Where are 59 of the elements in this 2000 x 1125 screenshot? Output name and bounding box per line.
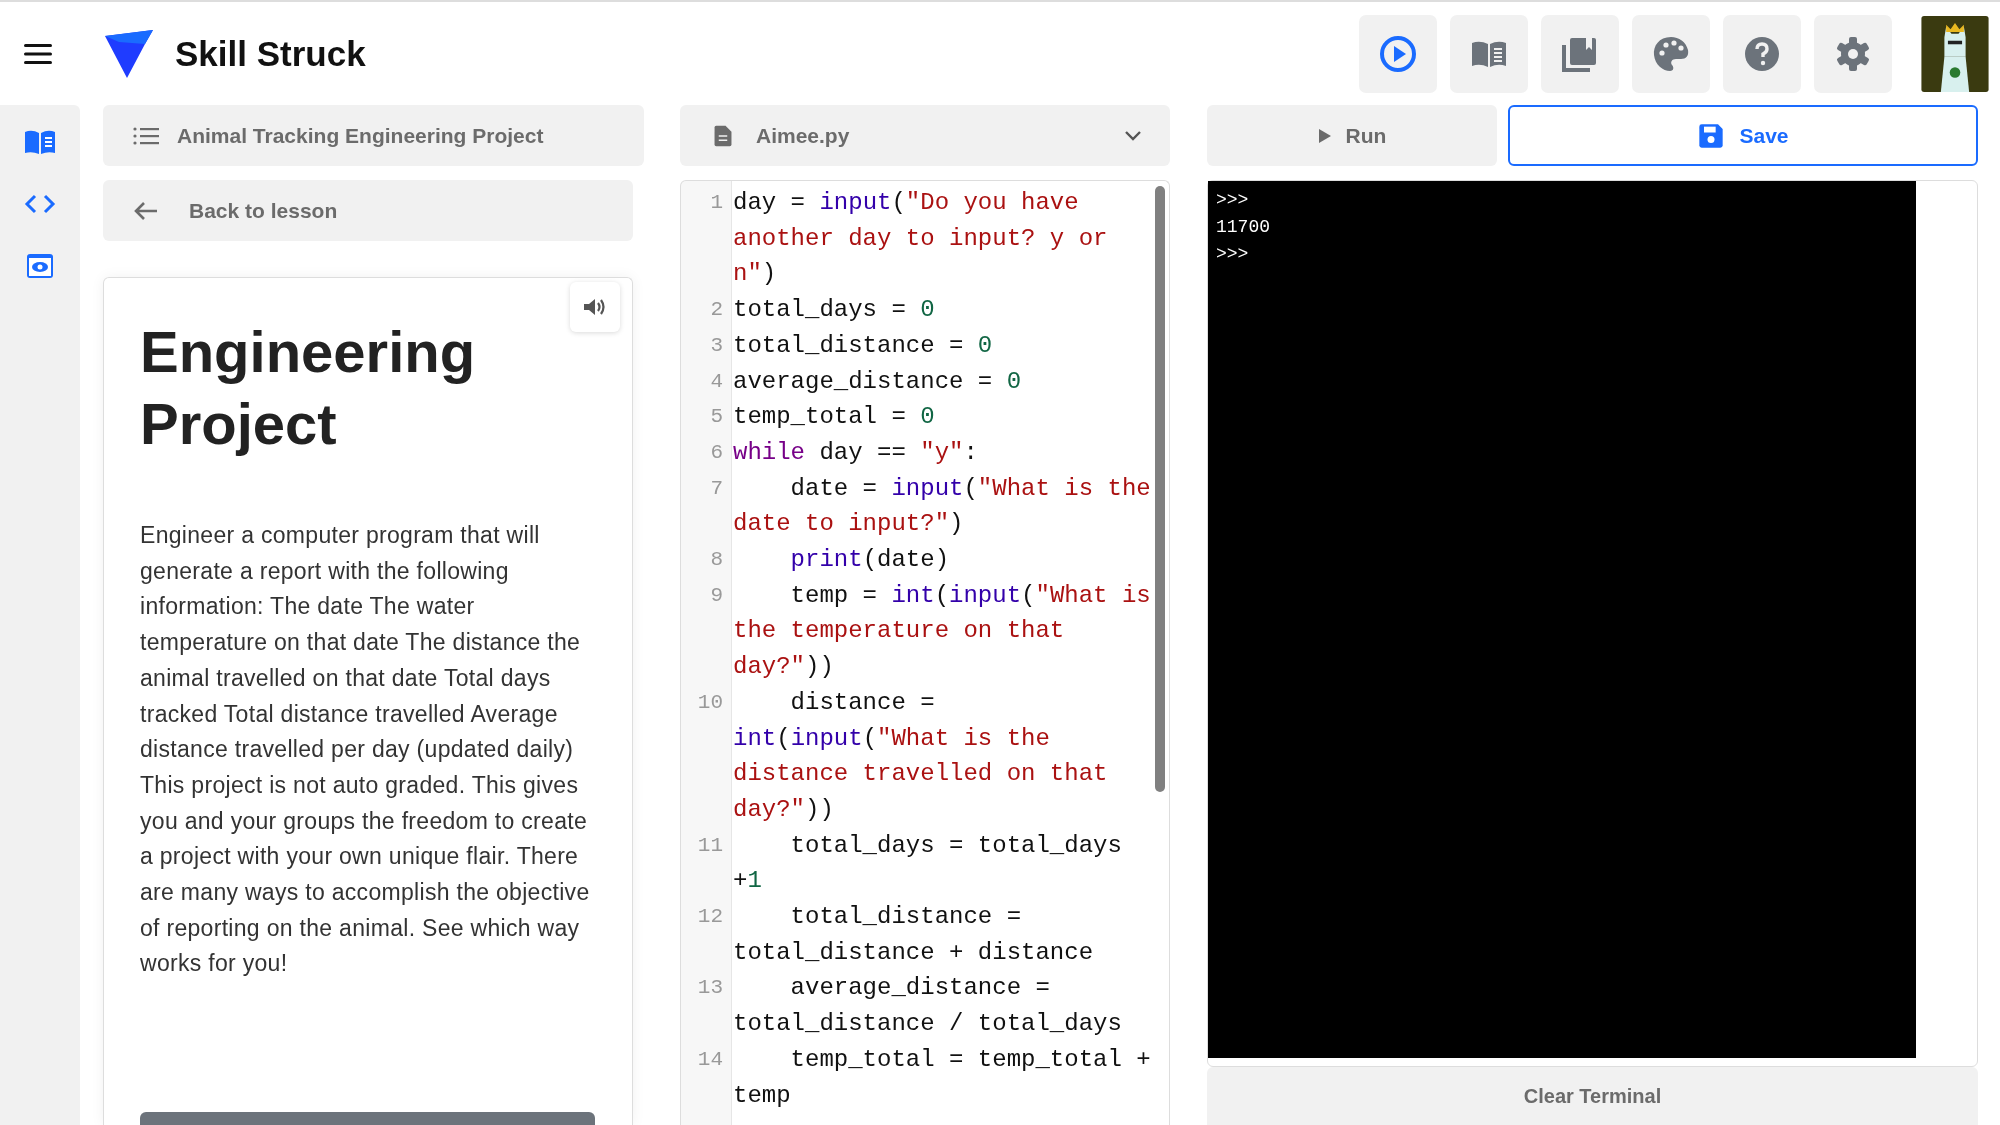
code-editor[interactable] <box>680 180 1170 1125</box>
code-line: temp_total = 0 <box>733 402 936 433</box>
speaker-icon <box>582 296 608 318</box>
code-line: temp_total = temp_total + temp <box>733 1044 1152 1111</box>
code-line: print(date) <box>789 545 951 576</box>
line-number: 3 <box>709 332 723 359</box>
code-line: distance = int(input("What is the distance travelled on that day?")) <box>733 687 1109 825</box>
line-number: 7 <box>709 475 723 502</box>
lesson-description: Engineer a computer program that will generate a report with the following information: The date The water temperature on that date The distance the animal travelled on that date Total days tracked Total distance travelled Average distance travelled per day (updated daily) This project is not auto graded. This gives you and your groups the freedom to create a project with your own unique flair. There are many ways to accomplish the objective of reporting on the animal. See which way works for you! <box>140 521 591 979</box>
run-program-button[interactable] <box>1359 14 1437 93</box>
line-number: 10 <box>696 689 723 716</box>
file-name: Aimee.py <box>756 123 851 148</box>
code-line: average_distance = 0 <box>733 366 1023 397</box>
clear-terminal-button[interactable]: Clear Terminal <box>1207 1067 1978 1125</box>
code-line: temp = int(input("What is the temperature on that day?")) <box>733 580 1152 683</box>
bookmarks-button[interactable] <box>1541 14 1619 93</box>
terminal[interactable]: >>> 11700 >>> <box>1208 181 1916 1058</box>
menu-icon[interactable] <box>24 42 52 65</box>
book-button[interactable] <box>1450 14 1528 93</box>
line-number: 6 <box>709 439 723 466</box>
logo-icon <box>105 29 155 78</box>
project-title-bar[interactable]: Animal Tracking Engineering Project <box>103 105 644 166</box>
terminal-line: >>> <box>1216 243 1249 266</box>
back-arrow-icon <box>133 199 159 222</box>
back-to-lesson-button[interactable]: Back to lesson <box>103 180 633 241</box>
line-number: 1 <box>709 190 723 216</box>
play-circle-icon <box>1378 33 1418 74</box>
file-dropdown[interactable]: Aimee.py <box>680 105 1170 166</box>
code-line: date = input("What is the date to input?") <box>733 473 1152 540</box>
line-number: 8 <box>709 547 723 574</box>
project-title: Animal Tracking Engineering Project <box>177 123 544 148</box>
run-button[interactable]: Run <box>1207 105 1497 166</box>
help-button[interactable] <box>1723 14 1801 93</box>
logo-text: Skill Struck <box>175 33 366 74</box>
save-button[interactable]: Save <box>1508 105 1978 166</box>
terminal-line: 11700 <box>1216 216 1270 239</box>
line-number: 2 <box>709 297 723 324</box>
code-line: day = input("Do you have another day to input? y or n") <box>733 188 1109 290</box>
code-line: total_days = total_days +1 <box>733 830 1123 897</box>
line-number: 12 <box>696 904 723 931</box>
book-icon[interactable] <box>24 129 56 155</box>
play-icon <box>1317 126 1332 145</box>
code-line: while day == "y": <box>733 437 979 468</box>
palette-button[interactable] <box>1632 14 1710 93</box>
line-number: 4 <box>709 368 723 395</box>
scrollbar[interactable] <box>1155 186 1165 792</box>
line-number: 14 <box>696 1046 723 1073</box>
line-number: 11 <box>696 832 723 859</box>
code-line: total_distance = 0 <box>733 330 994 361</box>
line-number: 9 <box>709 582 723 609</box>
lesson-heading: Engineering Project <box>140 318 477 458</box>
line-number: 5 <box>709 404 723 431</box>
terminal-line: >>> <box>1216 189 1249 212</box>
line-number: 13 <box>696 975 723 1002</box>
code-line: total_days = 0 <box>733 295 936 326</box>
speaker-button[interactable] <box>570 282 620 332</box>
caret-icon <box>1124 129 1142 142</box>
settings-button[interactable] <box>1814 14 1892 93</box>
preview-icon[interactable] <box>24 253 56 279</box>
